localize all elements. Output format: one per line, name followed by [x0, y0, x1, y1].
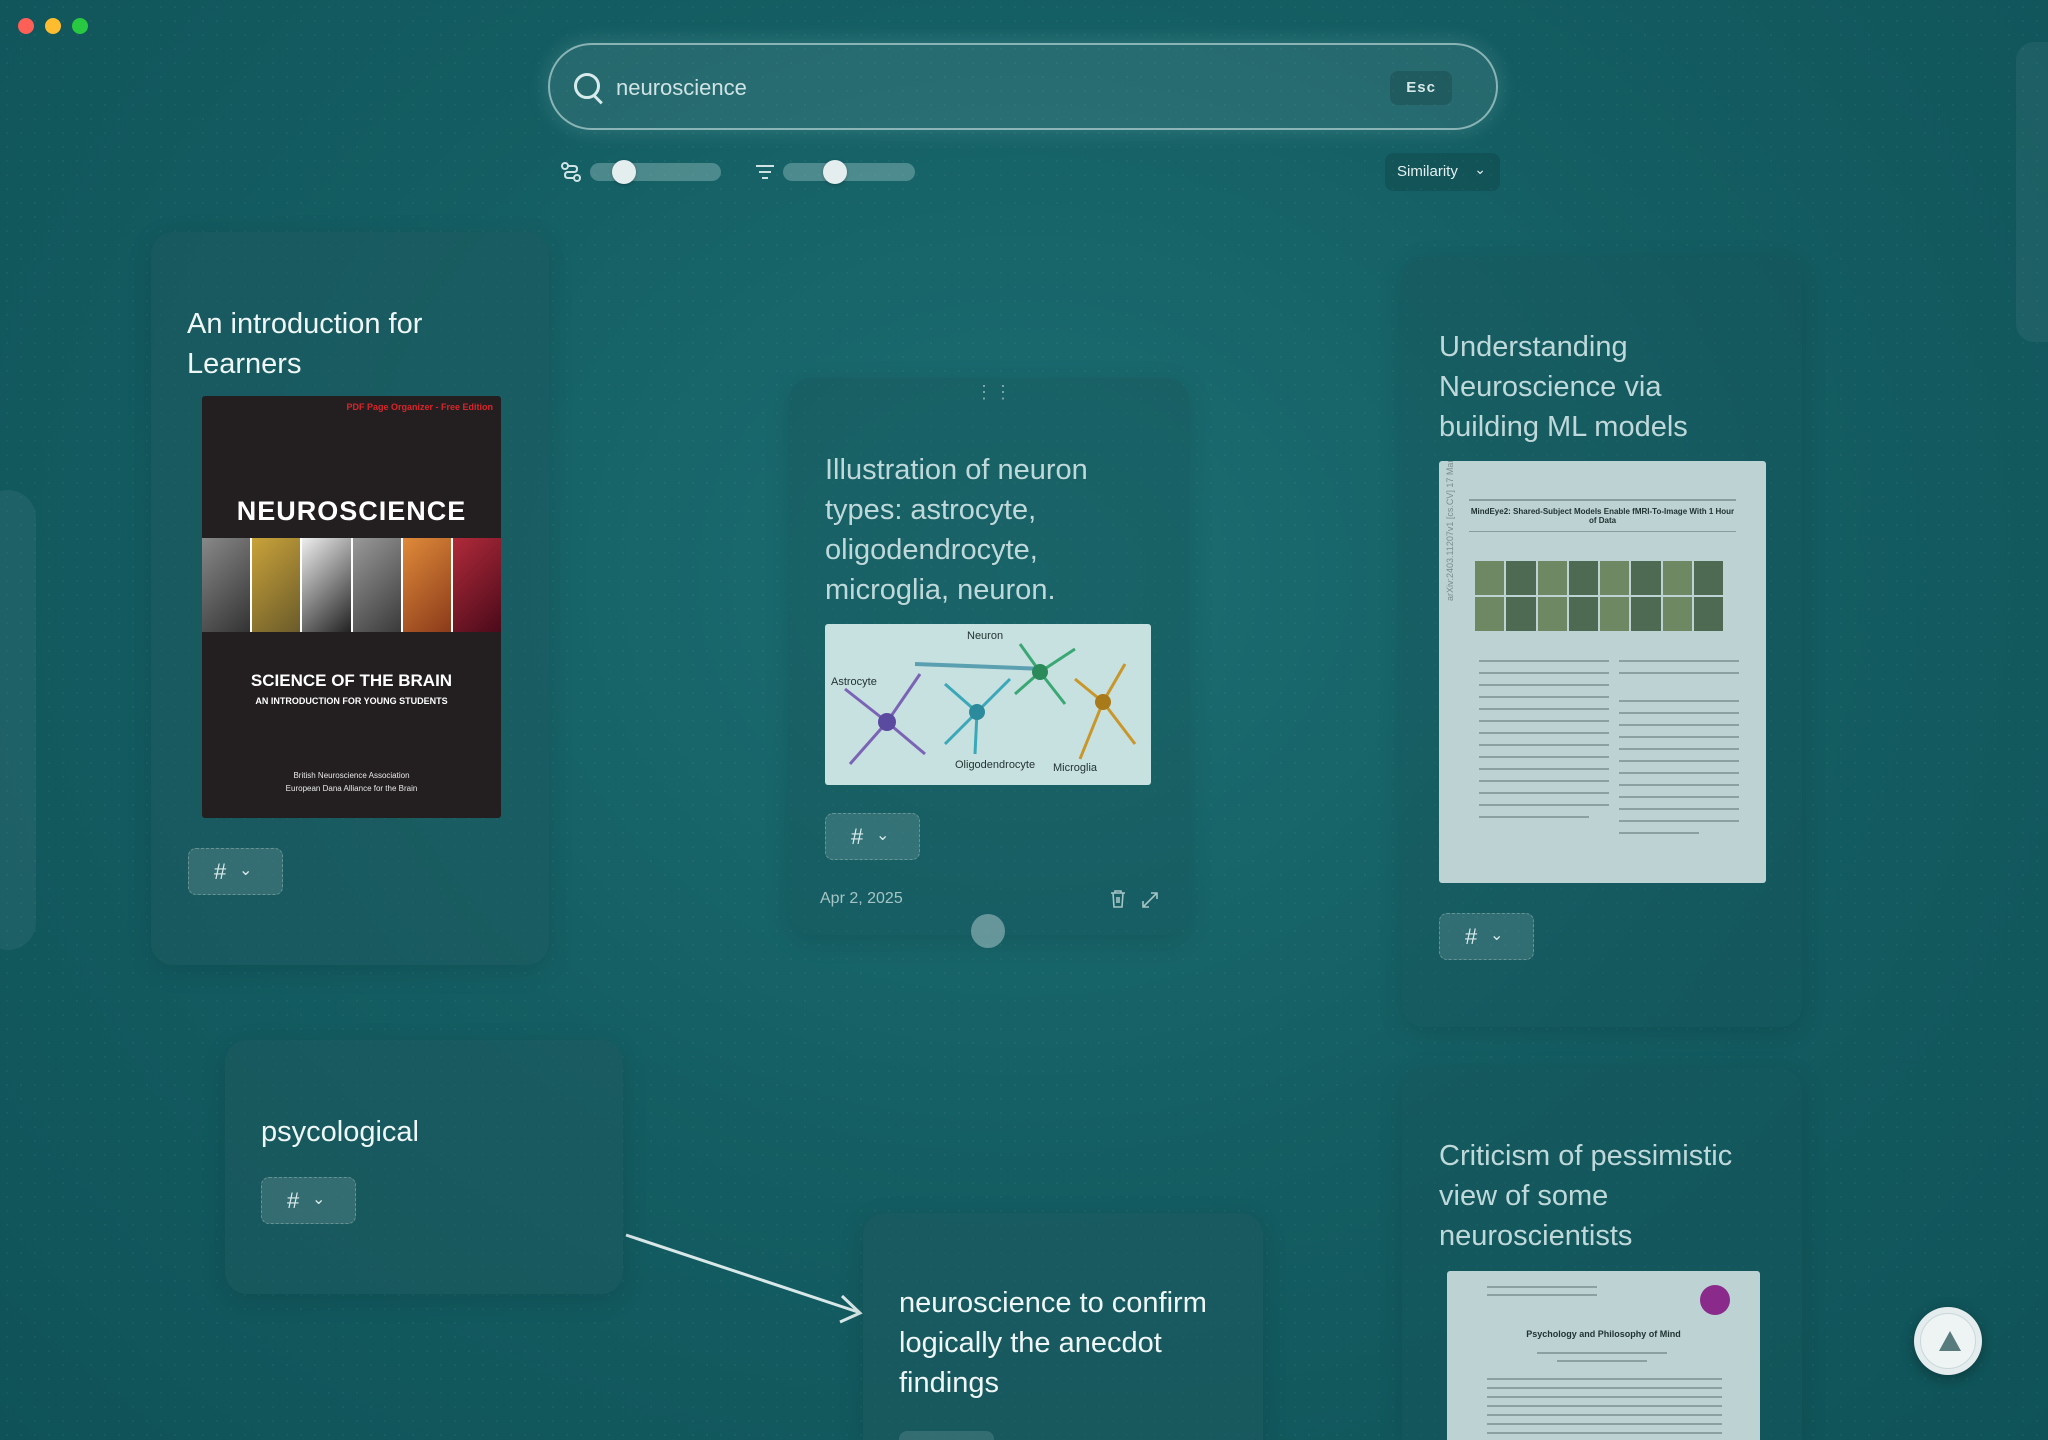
- neuron-label: Neuron: [967, 630, 1004, 642]
- card-title: Understanding Neuroscience via building …: [1439, 331, 1688, 443]
- paper-text-lines: [1487, 1286, 1722, 1434]
- tag-dropdown-button[interactable]: # ⌄: [261, 1177, 356, 1224]
- hash-icon: #: [1465, 924, 1478, 949]
- astrocyte-label: Astrocyte: [831, 676, 877, 688]
- note-card-neuron[interactable]: ⋮⋮ Illustration of neuron types: astrocy…: [789, 378, 1189, 935]
- fab-ring: [1920, 1313, 1976, 1369]
- hash-icon: #: [287, 1188, 300, 1213]
- connection-handle[interactable]: [971, 914, 1005, 948]
- chevron-down-icon: ⌄: [312, 1191, 326, 1208]
- note-card-criticism[interactable]: Criticism of pessimistic view of some ne…: [1402, 1068, 1802, 1440]
- cover-image-strip: [202, 538, 501, 632]
- card-title: Criticism of pessimistic view of some ne…: [1439, 1140, 1733, 1252]
- paper-text-lines: [1479, 660, 1739, 834]
- tag-dropdown-button[interactable]: # ⌄: [825, 813, 920, 860]
- paper-thumbnail[interactable]: Psychology and Philosophy of Mind: [1447, 1271, 1760, 1440]
- cover-title: NEUROSCIENCE: [236, 496, 467, 526]
- tag-dropdown-button[interactable]: # ⌄: [1439, 913, 1534, 960]
- cover-publisher: British Neuroscience Association: [293, 771, 410, 780]
- chevron-down-icon: ⌄: [239, 862, 253, 879]
- paper-thumbnail[interactable]: MindEye2: Shared-Subject Models Enable f…: [1439, 461, 1766, 883]
- trash-icon[interactable]: [1109, 889, 1127, 909]
- chevron-down-icon: ⌄: [876, 827, 890, 844]
- tag-dropdown-button[interactable]: # ⌄: [188, 848, 283, 895]
- note-card-ml[interactable]: Understanding Neuroscience via building …: [1402, 257, 1802, 1027]
- note-card-intro[interactable]: An introduction for Learners PDF Page Or…: [151, 232, 549, 965]
- app-fab-button[interactable]: [1914, 1307, 1982, 1375]
- oligodendrocyte-label: Oligodendrocyte: [955, 759, 1036, 771]
- cover-subtitle: SCIENCE OF THE BRAIN: [250, 671, 453, 690]
- card-date: Apr 2, 2025: [820, 890, 903, 907]
- cover-corner-label: PDF Page Organizer - Free Edition: [346, 402, 493, 412]
- cover-publisher: European Dana Alliance for the Brain: [285, 784, 418, 793]
- card-title: neuroscience to confirm logically the an…: [899, 1287, 1207, 1399]
- neuron-illustration-thumbnail[interactable]: Neuron Astrocyte Oligodendrocyte Microgl…: [825, 624, 1151, 785]
- card-title: Illustration of neuron types: astrocyte,…: [825, 454, 1088, 606]
- drag-handle-icon[interactable]: ⋮⋮: [975, 382, 1013, 403]
- card-title: An introduction for Learners: [187, 308, 423, 380]
- microglia-label: Microglia: [1053, 762, 1098, 774]
- book-cover-thumbnail[interactable]: PDF Page Organizer - Free Edition NEUROS…: [202, 396, 501, 818]
- card-title: psycological: [261, 1116, 419, 1148]
- note-card-confirm[interactable]: neuroscience to confirm logically the an…: [863, 1213, 1263, 1440]
- hash-icon: #: [214, 859, 227, 884]
- triangle-logo-icon: [1939, 1331, 1961, 1351]
- tag-dropdown-button[interactable]: [899, 1431, 994, 1440]
- hash-icon: #: [851, 824, 864, 849]
- chevron-down-icon: ⌄: [1490, 927, 1504, 944]
- expand-icon[interactable]: [1141, 889, 1159, 909]
- note-card-psycological[interactable]: psycological # ⌄: [225, 1040, 623, 1294]
- cover-tagline: AN INTRODUCTION FOR YOUNG STUDENTS: [255, 696, 448, 706]
